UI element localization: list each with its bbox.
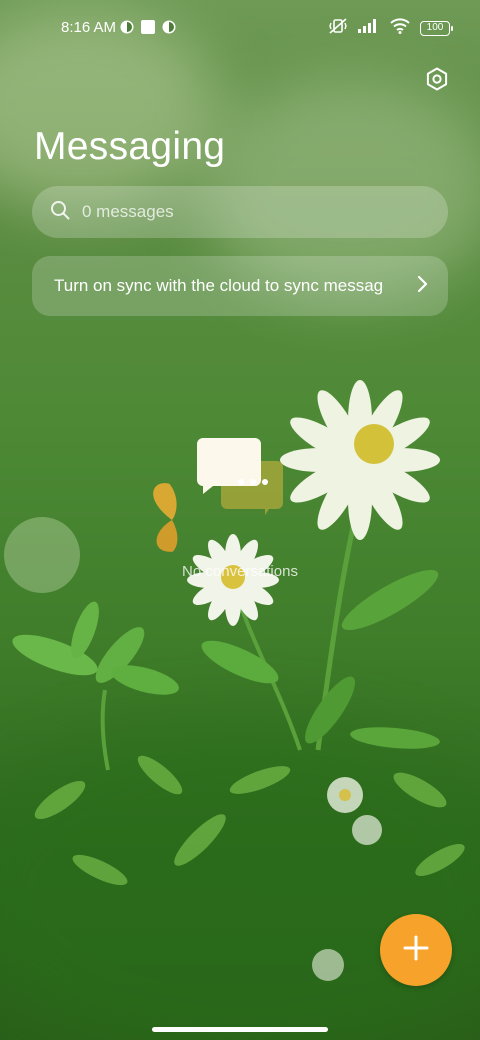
sync-banner-text: Turn on sync with the cloud to sync mess… — [54, 276, 384, 295]
status-time: 8:16 AM — [61, 19, 117, 36]
vibrate-off-icon — [328, 17, 348, 40]
settings-button[interactable] — [424, 67, 450, 96]
vpn-icon — [120, 20, 134, 39]
search-icon — [50, 200, 70, 225]
vpn-icon — [162, 20, 176, 39]
square-notification-icon — [140, 19, 156, 40]
chevron-right-icon — [416, 275, 428, 298]
page-title: Messaging — [34, 125, 226, 168]
chat-bubbles-icon — [197, 436, 287, 516]
battery-icon: 100 — [420, 21, 453, 36]
plus-icon — [402, 934, 430, 967]
search-bar[interactable] — [32, 186, 448, 238]
new-message-button[interactable] — [380, 914, 452, 986]
empty-state: No conversations — [0, 436, 480, 580]
settings-icon — [425, 67, 449, 96]
home-indicator[interactable] — [152, 1027, 328, 1032]
empty-state-label: No conversations — [182, 563, 298, 580]
wifi-icon — [390, 18, 410, 39]
status-system-icons: 100 — [328, 17, 453, 40]
status-notification-icons — [120, 19, 176, 40]
search-input[interactable] — [82, 202, 402, 222]
signal-icon — [358, 19, 380, 38]
sync-banner[interactable]: Turn on sync with the cloud to sync mess… — [32, 256, 448, 316]
status-bar: 8:16 AM 100 — [0, 0, 480, 56]
